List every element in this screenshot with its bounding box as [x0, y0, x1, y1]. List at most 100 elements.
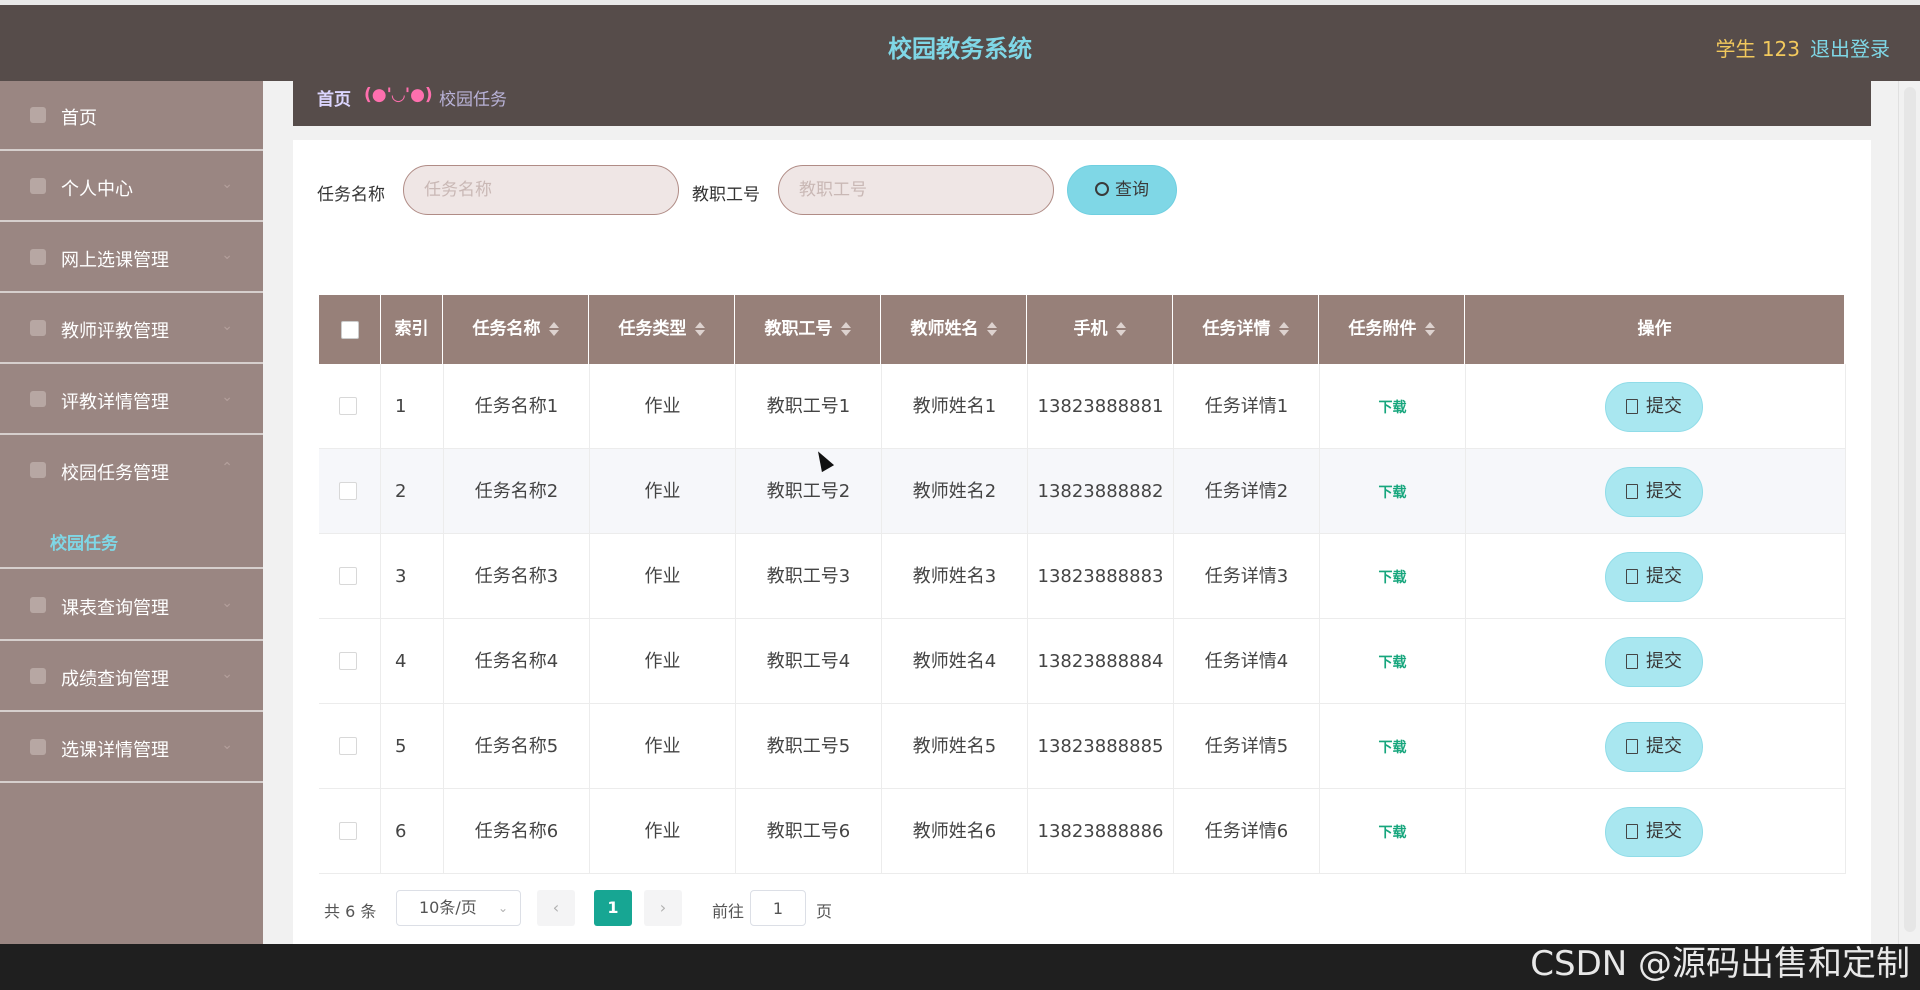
- col-index: 索引: [381, 295, 443, 364]
- row-checkbox[interactable]: [339, 482, 357, 500]
- staff-no-label: 教职工号: [692, 185, 760, 205]
- cell-index: 6: [381, 789, 444, 874]
- query-button-label: 查询: [1115, 180, 1149, 200]
- table-row: 5 任务名称5 作业 教职工号5 教师姓名5 13823888885 任务详情5…: [319, 704, 1846, 789]
- cell-teacher-name: 教师姓名4: [882, 619, 1028, 704]
- submit-button[interactable]: 提交: [1605, 807, 1703, 857]
- cell-task-name: 任务名称3: [444, 534, 590, 619]
- monitor-icon: [30, 320, 46, 336]
- col-task-type[interactable]: 任务类型: [589, 295, 735, 364]
- table-row: 6 任务名称6 作业 教职工号6 教师姓名6 13823888886 任务详情6…: [319, 789, 1846, 874]
- cell-phone: 13823888881: [1028, 364, 1174, 449]
- row-select-cell: [319, 789, 381, 874]
- cell-staff-no: 教职工号5: [736, 704, 882, 789]
- sidebar-item-selection-detail[interactable]: 选课详情管理 ⌄: [0, 713, 263, 783]
- row-checkbox[interactable]: [339, 397, 357, 415]
- col-teacher-name[interactable]: 教师姓名: [881, 295, 1027, 364]
- sidebar-item-home[interactable]: 首页: [0, 81, 263, 151]
- column-header-label: 操作: [1637, 319, 1672, 339]
- col-phone[interactable]: 手机: [1027, 295, 1173, 364]
- download-link[interactable]: 下载: [1379, 825, 1407, 841]
- sort-icon[interactable]: [548, 322, 559, 336]
- sidebar-item-label: 选课详情管理: [61, 740, 169, 761]
- submit-button[interactable]: 提交: [1605, 467, 1703, 517]
- column-header-label: 任务类型: [618, 319, 687, 339]
- submit-button-label: 提交: [1646, 396, 1682, 417]
- download-link[interactable]: 下载: [1379, 485, 1407, 501]
- download-link[interactable]: 下载: [1379, 400, 1407, 416]
- sidebar-item-course-selection[interactable]: 网上选课管理 ⌄: [0, 223, 263, 293]
- scrollbar-thumb[interactable]: [1904, 87, 1916, 932]
- header-bar: 校园教务系统 学生 123 退出登录: [0, 5, 1920, 81]
- select-all-checkbox[interactable]: [341, 321, 359, 339]
- main-panel: 任务名称 教职工号 查询 索引 任务名称 任务类型 教职工号 教师姓名 手机 任…: [293, 140, 1871, 944]
- cell-task-name: 任务名称4: [444, 619, 590, 704]
- sidebar-item-personal-center[interactable]: 个人中心 ⌄: [0, 152, 263, 222]
- chevron-down-icon: ⌄: [221, 666, 233, 682]
- chevron-down-icon: ⌄: [221, 389, 233, 405]
- cell-index: 4: [381, 619, 444, 704]
- breadcrumb-home[interactable]: 首页: [317, 85, 351, 110]
- submit-button-label: 提交: [1646, 736, 1682, 757]
- cell-attachment: 下载: [1320, 364, 1466, 449]
- sidebar-item-evaluation-detail[interactable]: 评教详情管理 ⌄: [0, 365, 263, 435]
- chevron-down-icon: ⌄: [221, 595, 233, 611]
- submit-button[interactable]: 提交: [1605, 637, 1703, 687]
- sort-icon[interactable]: [986, 322, 997, 336]
- submit-button[interactable]: 提交: [1605, 382, 1703, 432]
- row-checkbox[interactable]: [339, 567, 357, 585]
- col-task-detail[interactable]: 任务详情: [1173, 295, 1319, 364]
- staff-no-input[interactable]: [778, 165, 1054, 215]
- sidebar-item-label: 个人中心: [61, 179, 133, 200]
- sort-icon[interactable]: [1424, 322, 1435, 336]
- query-button[interactable]: 查询: [1067, 165, 1177, 215]
- download-link[interactable]: 下载: [1379, 570, 1407, 586]
- goto-page-input[interactable]: [750, 890, 806, 926]
- row-checkbox[interactable]: [339, 737, 357, 755]
- sidebar-subitem-campus-task[interactable]: 校园任务: [0, 513, 263, 569]
- sort-icon[interactable]: [1115, 322, 1126, 336]
- submit-button[interactable]: 提交: [1605, 722, 1703, 772]
- cell-action: 提交: [1466, 619, 1846, 704]
- sidebar-item-schedule-query[interactable]: 课表查询管理 ⌄: [0, 571, 263, 641]
- next-page-button[interactable]: ›: [644, 890, 682, 926]
- sidebar-item-teacher-evaluation[interactable]: 教师评教管理 ⌄: [0, 294, 263, 364]
- pagination: 共 6 条 10条/页 ⌄ ‹ 1 › 前往 页: [319, 888, 1319, 928]
- submit-button[interactable]: 提交: [1605, 552, 1703, 602]
- submit-button-label: 提交: [1646, 651, 1682, 672]
- col-staff-no[interactable]: 教职工号: [735, 295, 881, 364]
- prev-page-button[interactable]: ‹: [537, 890, 575, 926]
- vertical-scrollbar[interactable]: [1898, 81, 1920, 944]
- document-icon: [1626, 824, 1638, 839]
- user-icon: [30, 462, 46, 478]
- col-task-attachment[interactable]: 任务附件: [1319, 295, 1465, 364]
- col-task-name[interactable]: 任务名称: [443, 295, 589, 364]
- download-link[interactable]: 下载: [1379, 740, 1407, 756]
- task-name-input[interactable]: [403, 165, 679, 215]
- cell-action: 提交: [1466, 449, 1846, 534]
- sort-icon[interactable]: [1278, 322, 1289, 336]
- download-link[interactable]: 下载: [1379, 655, 1407, 671]
- cell-index: 3: [381, 534, 444, 619]
- col-action: 操作: [1465, 295, 1844, 364]
- logout-link[interactable]: 退出登录: [1810, 33, 1890, 62]
- cell-teacher-name: 教师姓名3: [882, 534, 1028, 619]
- breadcrumb-separator: (●'◡'●): [364, 85, 433, 105]
- sidebar-item-grade-query[interactable]: 成绩查询管理 ⌄: [0, 642, 263, 712]
- user-icon: [30, 249, 46, 265]
- row-checkbox[interactable]: [339, 822, 357, 840]
- cell-staff-no: 教职工号4: [736, 619, 882, 704]
- sort-icon[interactable]: [694, 322, 705, 336]
- cell-phone: 13823888883: [1028, 534, 1174, 619]
- sidebar-item-label: 评教详情管理: [61, 392, 169, 413]
- chevron-up-icon: ⌃: [221, 460, 233, 476]
- document-icon: [1626, 739, 1638, 754]
- sidebar-item-campus-task[interactable]: 校园任务管理 ⌃: [0, 436, 263, 506]
- column-header-label: 手机: [1073, 319, 1108, 339]
- page-size-select[interactable]: 10条/页 ⌄: [396, 890, 521, 926]
- goto-label: 前往: [712, 902, 745, 921]
- sort-icon[interactable]: [840, 322, 851, 336]
- row-checkbox[interactable]: [339, 652, 357, 670]
- page-1-button[interactable]: 1: [594, 890, 632, 926]
- cell-task-type: 作业: [590, 364, 736, 449]
